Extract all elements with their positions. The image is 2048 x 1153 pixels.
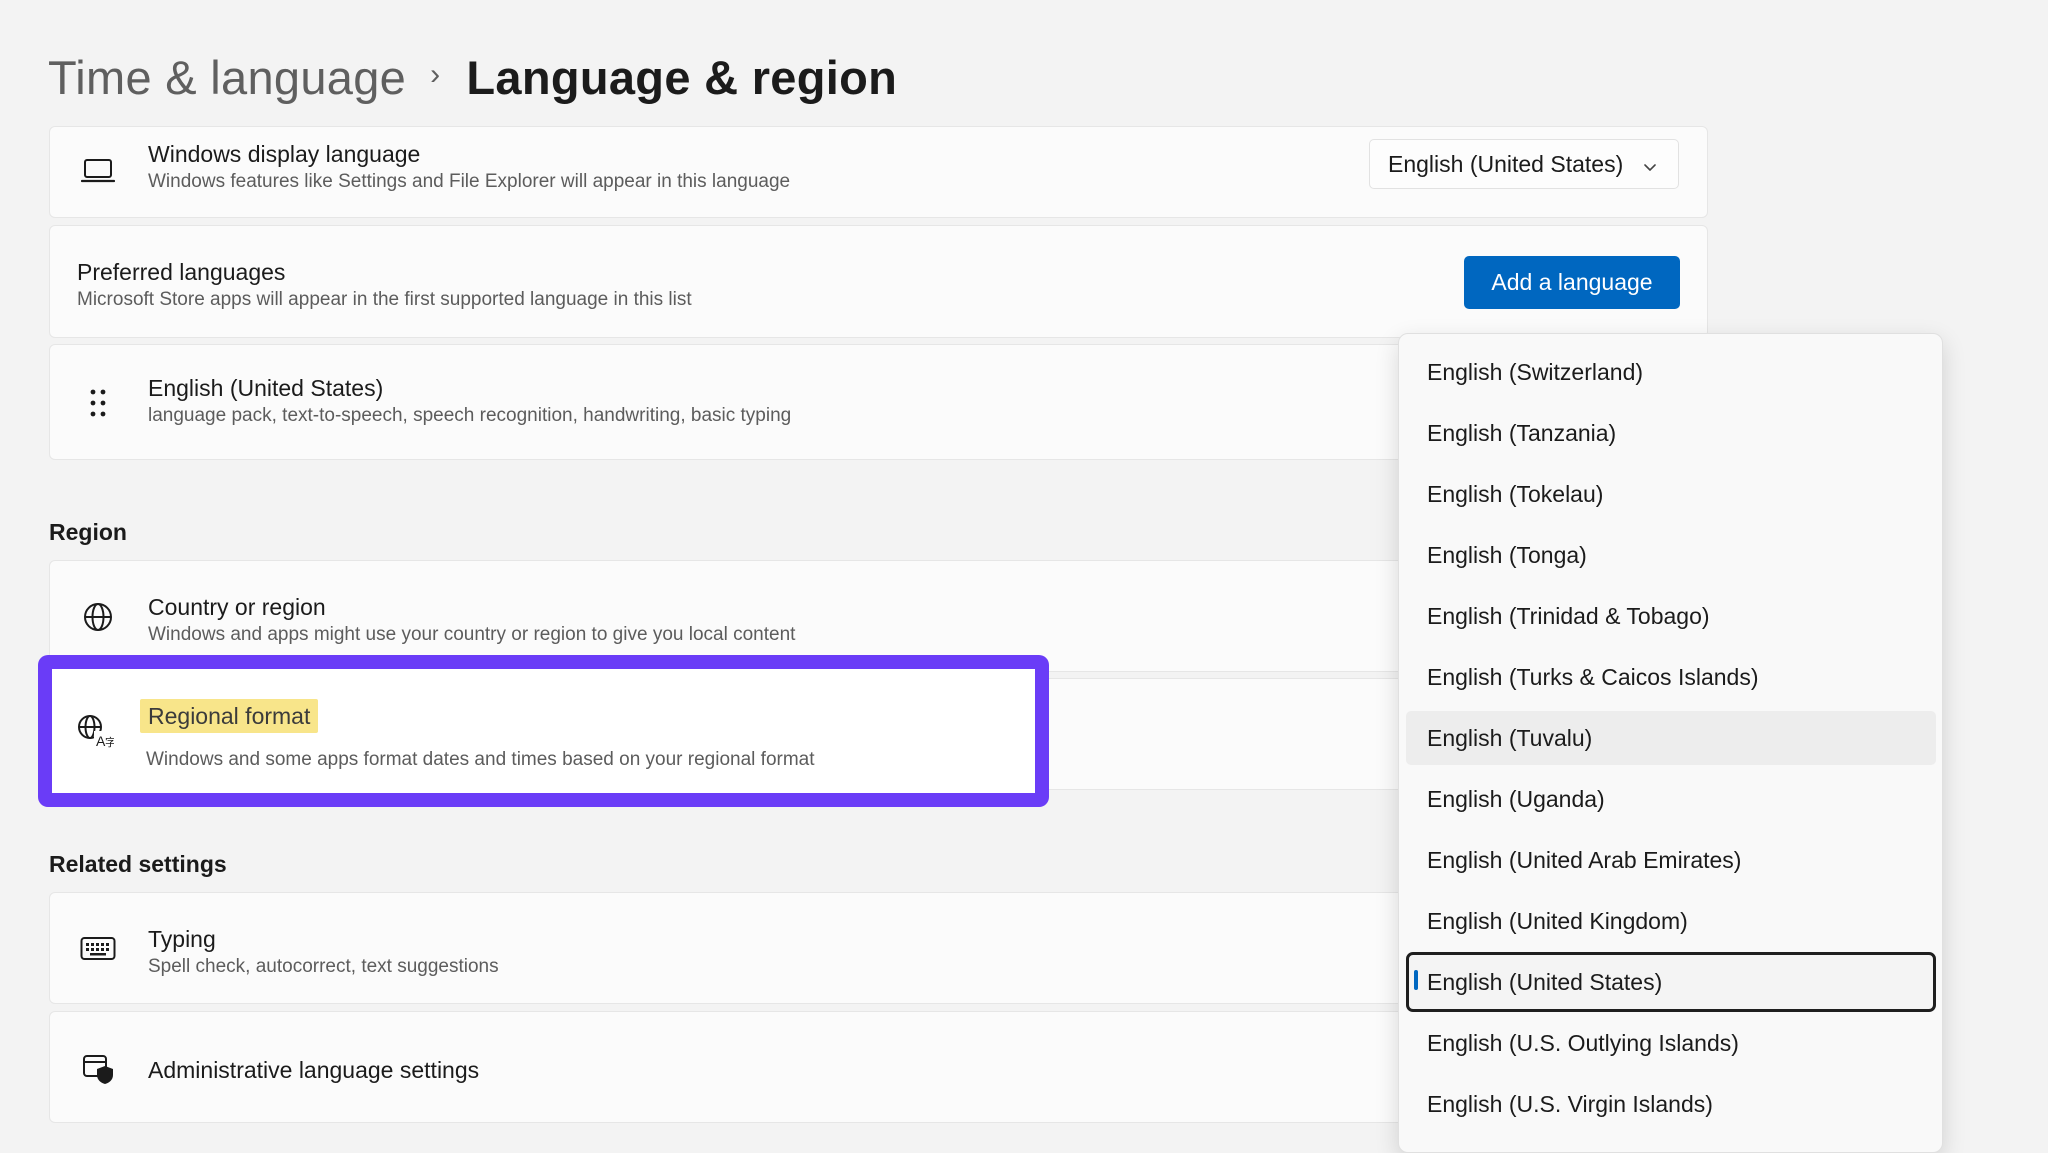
display-language-card: Windows display language Windows feature…	[49, 126, 1708, 218]
region-heading: Region	[49, 519, 127, 545]
dropdown-item[interactable]: English (United Arab Emirates)	[1406, 833, 1936, 887]
display-language-dropdown[interactable]: English (United States)	[1369, 139, 1679, 189]
dropdown-item-selected-label: English (United States)	[1427, 968, 1663, 995]
breadcrumb-separator-icon: ›	[430, 58, 441, 91]
installed-language-title: English (United States)	[148, 375, 384, 401]
selection-indicator	[1414, 970, 1418, 990]
preferred-languages-title: Preferred languages	[77, 259, 286, 285]
add-language-button[interactable]: Add a language	[1464, 256, 1680, 309]
regional-format-title-wrap: Regional format	[140, 699, 319, 733]
installed-language-subtitle: language pack, text-to-speech, speech re…	[148, 405, 792, 426]
breadcrumb-parent[interactable]: Time & language	[48, 50, 406, 105]
country-region-title: Country or region	[148, 594, 326, 620]
dropdown-item[interactable]: English (Tanzania)	[1406, 406, 1936, 460]
dropdown-item[interactable]: English (Uganda)	[1406, 772, 1936, 826]
globe-icon	[78, 597, 118, 637]
regional-format-title: Regional format	[140, 699, 319, 733]
country-region-subtitle: Windows and apps might use your country …	[148, 624, 796, 645]
admin-shield-icon	[78, 1048, 118, 1088]
dropdown-item[interactable]: English (U.S. Virgin Islands)	[1406, 1077, 1936, 1131]
laptop-icon	[78, 151, 118, 191]
display-language-title: Windows display language	[148, 141, 421, 167]
country-dropdown-list[interactable]: English (Switzerland) English (Tanzania)…	[1398, 333, 1943, 1153]
keyboard-icon	[78, 929, 118, 969]
admin-language-title: Administrative language settings	[148, 1057, 480, 1083]
typing-title: Typing	[148, 926, 216, 952]
dropdown-item[interactable]: English (Trinidad & Tobago)	[1406, 589, 1936, 643]
page-title: Language & region	[466, 50, 898, 104]
typing-subtitle: Spell check, autocorrect, text suggestio…	[148, 956, 499, 977]
breadcrumb: Time & language › Language & region	[48, 40, 897, 114]
related-settings-heading: Related settings	[49, 851, 227, 877]
regional-format-subtitle: Windows and some apps format dates and t…	[146, 749, 815, 770]
display-language-value: English (United States)	[1388, 150, 1624, 177]
regional-format-icon: A字	[76, 713, 116, 753]
preferred-languages-card: Preferred languages Microsoft Store apps…	[49, 225, 1708, 338]
dropdown-item[interactable]: English (Tokelau)	[1406, 467, 1936, 521]
preferred-languages-subtitle: Microsoft Store apps will appear in the …	[77, 289, 692, 310]
dropdown-item-hovered[interactable]: English (Tuvalu)	[1406, 711, 1936, 765]
drag-handle-icon[interactable]	[78, 383, 118, 423]
dropdown-item-selected[interactable]: English (United States)	[1406, 952, 1936, 1012]
dropdown-item[interactable]: English (U.S. Outlying Islands)	[1406, 1016, 1936, 1070]
dropdown-item[interactable]: English (Switzerland)	[1406, 345, 1936, 399]
dropdown-item[interactable]: English (United Kingdom)	[1406, 894, 1936, 948]
dropdown-item[interactable]: English (Tonga)	[1406, 528, 1936, 582]
display-language-subtitle: Windows features like Settings and File …	[148, 171, 791, 192]
dropdown-item[interactable]: English (Turks & Caicos Islands)	[1406, 650, 1936, 704]
svg-text:字: 字	[105, 735, 114, 749]
regional-format-card[interactable]: A字 Regional format Windows and some apps…	[38, 655, 1049, 807]
chevron-down-icon	[1642, 155, 1658, 182]
